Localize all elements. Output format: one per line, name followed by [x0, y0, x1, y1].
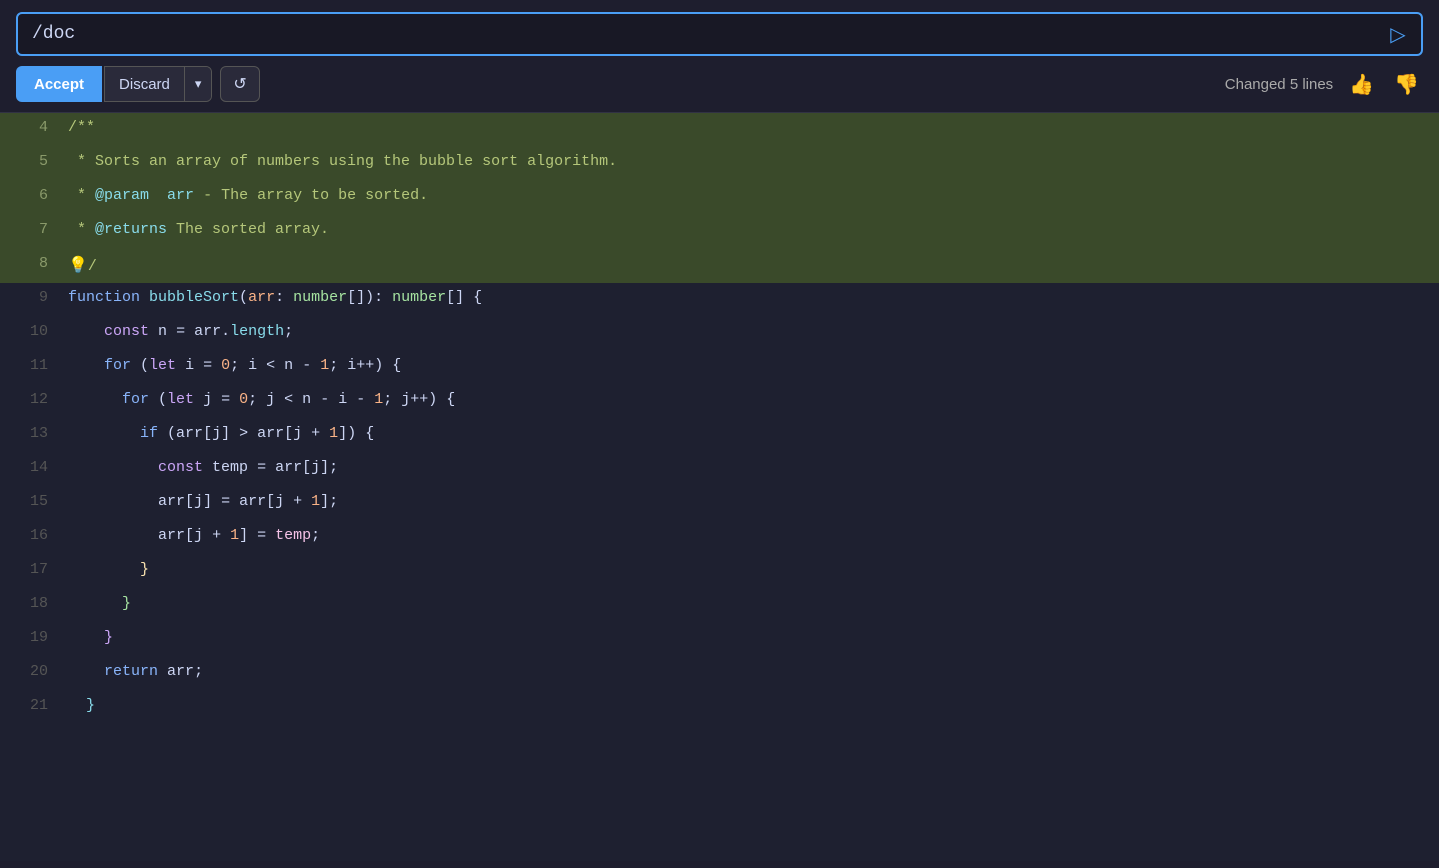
changed-lines-info: Changed 5 lines 👍 👎	[1225, 68, 1423, 101]
line-number-19: 19	[0, 623, 60, 657]
code-line-8: 8 💡/	[0, 249, 1439, 283]
line-content-15: arr[j] = arr[j + 1];	[60, 487, 1439, 521]
line-content-12: for (let j = 0; j < n - i - 1; j++) {	[60, 385, 1439, 419]
line-content-17: }	[60, 555, 1439, 589]
code-line-6: 6 * @param arr - The array to be sorted.	[0, 181, 1439, 215]
send-icon: ▷	[1390, 22, 1405, 47]
line-content-4: /**	[60, 113, 1439, 147]
code-line-5: 5 * Sorts an array of numbers using the …	[0, 147, 1439, 181]
thumbs-up-icon: 👍	[1349, 74, 1374, 96]
line-number-15: 15	[0, 487, 60, 521]
line-content-8: 💡/	[60, 249, 1439, 283]
line-content-11: for (let i = 0; i < n - 1; i++) {	[60, 351, 1439, 385]
chevron-down-icon: ▾	[195, 76, 202, 91]
code-line-12: 12 for (let j = 0; j < n - i - 1; j++) {	[0, 385, 1439, 419]
code-line-21: 21 }	[0, 691, 1439, 725]
code-line-14: 14 const temp = arr[j];	[0, 453, 1439, 487]
code-line-9: 9 function bubbleSort(arr: number[]): nu…	[0, 283, 1439, 317]
line-content-13: if (arr[j] > arr[j + 1]) {	[60, 419, 1439, 453]
line-number-14: 14	[0, 453, 60, 487]
line-number-7: 7	[0, 215, 60, 249]
code-line-11: 11 for (let i = 0; i < n - 1; i++) {	[0, 351, 1439, 385]
code-line-18: 18 }	[0, 589, 1439, 623]
line-number-13: 13	[0, 419, 60, 453]
accept-button[interactable]: Accept	[16, 66, 102, 102]
code-line-13: 13 if (arr[j] > arr[j + 1]) {	[0, 419, 1439, 453]
line-number-12: 12	[0, 385, 60, 419]
code-line-20: 20 return arr;	[0, 657, 1439, 691]
line-number-10: 10	[0, 317, 60, 351]
refresh-button[interactable]: ↺	[220, 66, 259, 102]
code-line-15: 15 arr[j] = arr[j + 1];	[0, 487, 1439, 521]
actions-row: Accept Discard ▾ ↺ Changed 5 lines 👍 👎	[16, 66, 1423, 102]
refresh-icon: ↺	[233, 76, 246, 93]
line-number-16: 16	[0, 521, 60, 555]
line-content-16: arr[j + 1] = temp;	[60, 521, 1439, 555]
line-content-10: const n = arr.length;	[60, 317, 1439, 351]
line-content-20: return arr;	[60, 657, 1439, 691]
code-line-19: 19 }	[0, 623, 1439, 657]
command-input[interactable]	[16, 12, 1377, 56]
line-content-19: }	[60, 623, 1439, 657]
line-number-21: 21	[0, 691, 60, 725]
code-line-16: 16 arr[j + 1] = temp;	[0, 521, 1439, 555]
line-number-20: 20	[0, 657, 60, 691]
discard-button[interactable]: Discard	[105, 66, 185, 102]
line-number-17: 17	[0, 555, 60, 589]
thumbs-down-button[interactable]: 👎	[1390, 68, 1423, 101]
line-content-14: const temp = arr[j];	[60, 453, 1439, 487]
line-number-6: 6	[0, 181, 60, 215]
line-number-8: 8	[0, 249, 60, 283]
discard-group: Discard ▾	[104, 66, 212, 102]
code-line-10: 10 const n = arr.length;	[0, 317, 1439, 351]
line-number-5: 5	[0, 147, 60, 181]
thumbs-up-button[interactable]: 👍	[1345, 68, 1378, 101]
line-content-6: * @param arr - The array to be sorted.	[60, 181, 1439, 215]
input-wrapper: ▷	[16, 12, 1423, 56]
line-number-11: 11	[0, 351, 60, 385]
thumbs-down-icon: 👎	[1394, 74, 1419, 96]
line-content-7: * @returns The sorted array.	[60, 215, 1439, 249]
line-number-4: 4	[0, 113, 60, 147]
code-line-17: 17 }	[0, 555, 1439, 589]
input-row: ▷	[16, 12, 1423, 56]
line-content-9: function bubbleSort(arr: number[]): numb…	[60, 283, 1439, 317]
line-number-9: 9	[0, 283, 60, 317]
changed-lines-text: Changed 5 lines	[1225, 76, 1333, 93]
top-bar: ▷ Accept Discard ▾ ↺ Changed 5 lines 👍 👎	[0, 0, 1439, 113]
code-line-7: 7 * @returns The sorted array.	[0, 215, 1439, 249]
code-line-4: 4 /**	[0, 113, 1439, 147]
code-editor: 4 /** 5 * Sorts an array of numbers usin…	[0, 113, 1439, 861]
line-content-5: * Sorts an array of numbers using the bu…	[60, 147, 1439, 181]
line-number-18: 18	[0, 589, 60, 623]
discard-chevron-button[interactable]: ▾	[185, 66, 212, 102]
line-content-18: }	[60, 589, 1439, 623]
line-content-21: }	[60, 691, 1439, 725]
send-button[interactable]: ▷	[1375, 12, 1423, 56]
